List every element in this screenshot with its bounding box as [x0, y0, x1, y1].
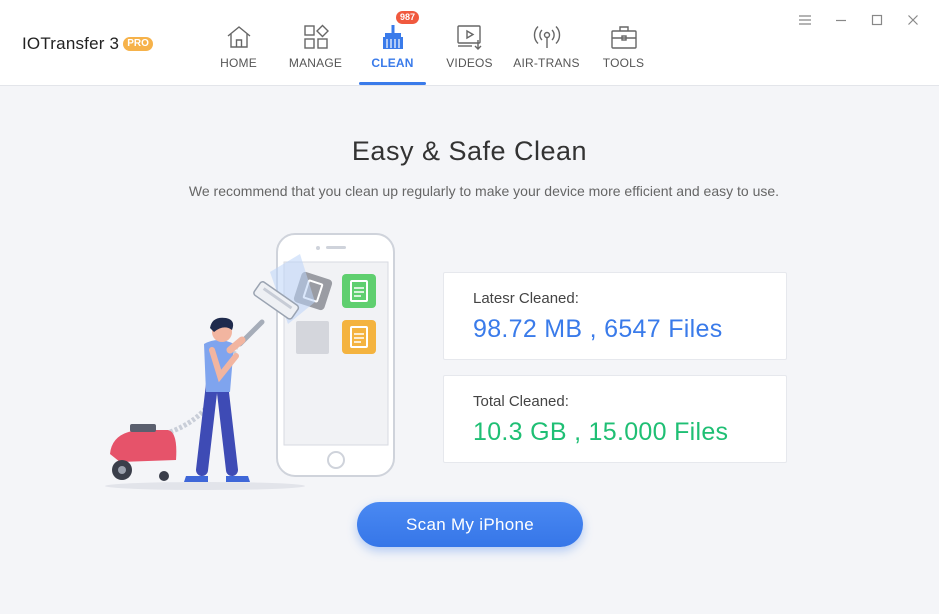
menu-icon[interactable]	[787, 10, 823, 30]
scan-my-iphone-button[interactable]: Scan My iPhone	[357, 502, 583, 547]
broom-icon	[378, 22, 408, 52]
maximize-icon[interactable]	[859, 10, 895, 30]
total-cleaned-value: 10.3 GB , 15.000 Files	[473, 418, 729, 446]
cleaning-illustration-graphic	[105, 233, 395, 490]
page-title: Easy & Safe Clean	[351, 136, 588, 166]
top-bar: IOTransfer 3 PRO HOME MANAGE 987 CLEAN V…	[0, 0, 939, 86]
nav-clean-label: CLEAN	[371, 56, 414, 70]
app-brand: IOTransfer 3 PRO	[22, 34, 153, 54]
nav-home-label: HOME	[220, 56, 257, 70]
total-cleaned-label: Total Cleaned:	[473, 393, 569, 410]
nav-home[interactable]: HOME	[200, 0, 277, 86]
total-cleaned-card: Total Cleaned: 10.3 GB , 15.000 Files	[443, 375, 787, 463]
nav-clean[interactable]: 987 CLEAN	[354, 0, 431, 86]
latest-cleaned-value: 98.72 MB , 6547 Files	[473, 315, 723, 343]
close-icon[interactable]	[895, 10, 931, 30]
cleaning-illustration	[100, 232, 400, 494]
nav-air-trans[interactable]: AIR-TRANS	[508, 0, 585, 86]
nav-videos[interactable]: VIDEOS	[431, 0, 508, 86]
latest-cleaned-card: Latesr Cleaned: 98.72 MB , 6547 Files	[443, 272, 787, 360]
nav-manage-label: MANAGE	[288, 56, 343, 70]
app-name: IOTransfer 3	[22, 34, 120, 53]
latest-cleaned-label: Latesr Cleaned:	[473, 290, 579, 307]
nav-air-trans-label: AIR-TRANS	[513, 56, 580, 70]
window-controls	[787, 10, 931, 30]
main-nav: HOME MANAGE 987 CLEAN VIDEOS AIR-TRANS T…	[200, 0, 662, 86]
clean-badge: 987	[396, 11, 420, 24]
page-subtitle: We recommend that you clean up regularly…	[188, 183, 780, 199]
wireless-icon	[532, 22, 562, 52]
toolbox-icon	[609, 22, 639, 52]
pro-badge: PRO	[123, 37, 153, 51]
nav-tools[interactable]: TOOLS	[585, 0, 662, 86]
nav-manage[interactable]: MANAGE	[277, 0, 354, 86]
video-download-icon	[455, 22, 485, 52]
home-icon	[224, 22, 254, 52]
nav-videos-label: VIDEOS	[446, 56, 493, 70]
minimize-icon[interactable]	[823, 10, 859, 30]
manage-icon	[301, 22, 331, 52]
nav-tools-label: TOOLS	[602, 56, 645, 70]
